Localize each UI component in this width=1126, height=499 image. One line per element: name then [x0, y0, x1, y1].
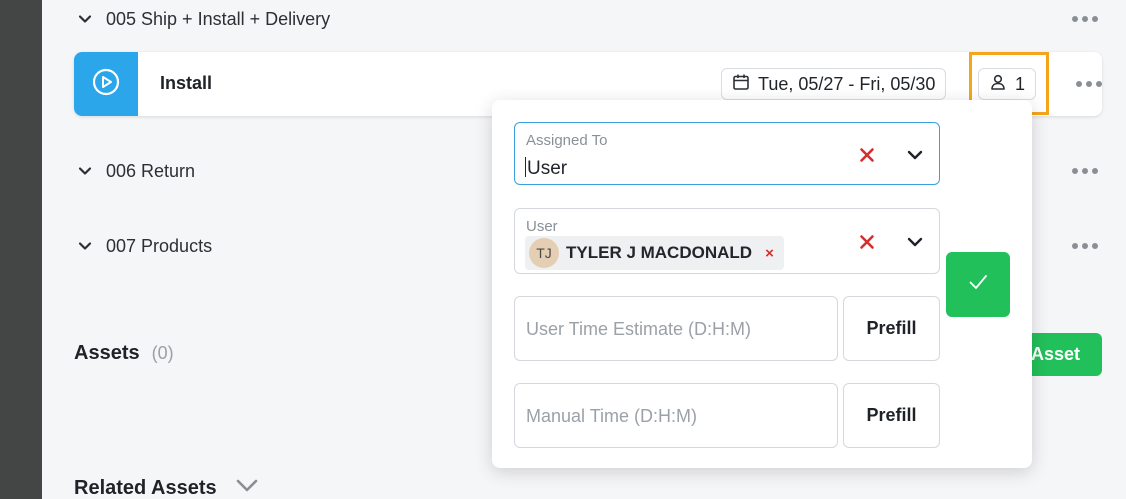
user-time-estimate-placeholder: User Time Estimate (D:H:M): [526, 319, 752, 339]
section-row-007[interactable]: 007 Products: [74, 235, 212, 257]
user-time-estimate-input[interactable]: User Time Estimate (D:H:M): [514, 296, 838, 361]
checkmark-icon: [967, 271, 989, 298]
assignee-count: 1: [1015, 73, 1026, 94]
task-status-box[interactable]: [74, 52, 138, 116]
more-dots-icon[interactable]: [1072, 168, 1098, 174]
chevron-down-icon[interactable]: [74, 160, 96, 182]
assets-count: (0): [151, 343, 174, 363]
assignee-popover: Assigned To User User TJ TYLER J MACDONA…: [492, 100, 1032, 468]
manual-time-input[interactable]: Manual Time (D:H:M): [514, 383, 838, 448]
close-x-icon[interactable]: [857, 145, 877, 165]
more-dots-icon[interactable]: [1076, 81, 1102, 87]
assignee-button[interactable]: 1: [978, 68, 1037, 100]
avatar: TJ: [529, 238, 559, 268]
task-name: Install: [160, 73, 213, 93]
left-nav-strip: [0, 0, 42, 499]
user-label: User: [526, 218, 558, 235]
chevron-down-icon[interactable]: [235, 477, 259, 499]
assigned-to-select[interactable]: Assigned To User: [514, 122, 940, 185]
related-assets-title: Related Assets: [74, 477, 217, 499]
chevron-down-icon[interactable]: [74, 8, 96, 30]
chevron-down-icon[interactable]: [74, 235, 96, 257]
date-range-text: Tue, 05/27 - Fri, 05/30: [758, 73, 936, 94]
play-circle-icon: [91, 67, 121, 102]
confirm-button[interactable]: [946, 252, 1010, 317]
add-asset-label: Asset: [1030, 344, 1080, 364]
assigned-to-label: Assigned To: [526, 132, 608, 149]
more-dots-icon[interactable]: [1072, 16, 1098, 22]
assets-heading: Assets (0): [74, 342, 174, 365]
section-label: 005 Ship + Install + Delivery: [106, 8, 331, 29]
user-select[interactable]: User TJ TYLER J MACDONALD ×: [514, 208, 940, 274]
close-x-icon[interactable]: [857, 232, 877, 252]
more-dots-icon[interactable]: [1072, 243, 1098, 249]
calendar-icon: [732, 73, 750, 96]
chevron-down-icon[interactable]: [904, 144, 926, 166]
related-assets-heading[interactable]: Related Assets: [74, 477, 259, 499]
section-label: 006 Return: [106, 160, 196, 181]
assets-title: Assets: [74, 342, 140, 364]
section-label: 007 Products: [106, 235, 213, 256]
date-range-button[interactable]: Tue, 05/27 - Fri, 05/30: [721, 68, 947, 100]
prefill-button[interactable]: Prefill: [843, 383, 940, 448]
prefill-label: Prefill: [866, 318, 917, 338]
prefill-button[interactable]: Prefill: [843, 296, 940, 361]
user-icon: [989, 73, 1007, 96]
user-chip-name: TYLER J MACDONALD: [566, 243, 753, 262]
assigned-to-value[interactable]: User: [525, 157, 567, 180]
user-chip: TJ TYLER J MACDONALD ×: [525, 236, 784, 270]
section-row-005[interactable]: 005 Ship + Install + Delivery: [74, 8, 330, 30]
manual-time-placeholder: Manual Time (D:H:M): [526, 406, 698, 426]
remove-chip-icon[interactable]: ×: [765, 245, 774, 262]
section-row-006[interactable]: 006 Return: [74, 160, 195, 182]
chevron-down-icon[interactable]: [904, 231, 926, 253]
prefill-label: Prefill: [866, 405, 917, 425]
